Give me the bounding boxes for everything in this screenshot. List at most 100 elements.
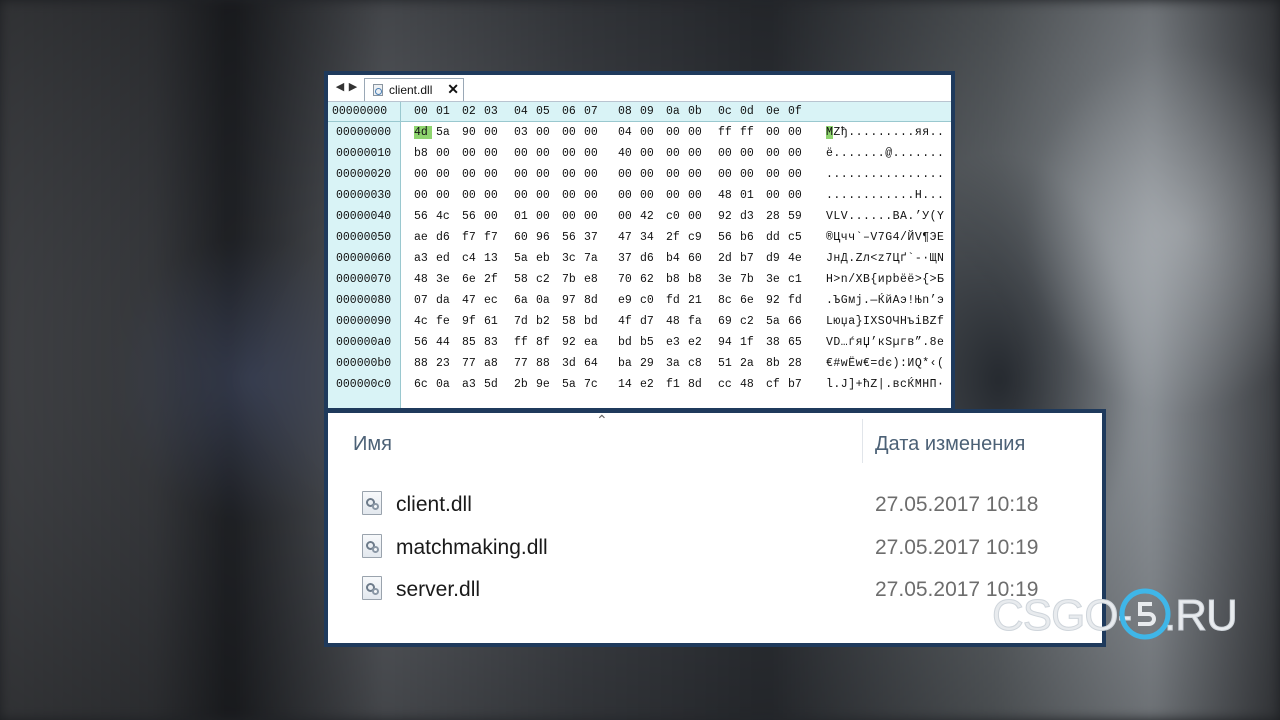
hex-byte[interactable]: 00 [484, 189, 502, 202]
hex-byte[interactable]: 8b [766, 357, 784, 370]
column-header-date[interactable]: Дата изменения [875, 433, 1025, 456]
hex-byte[interactable]: 00 [584, 168, 602, 181]
hex-byte[interactable]: 37 [618, 252, 636, 265]
hex-byte[interactable]: 56 [414, 210, 432, 223]
hex-byte[interactable]: 60 [514, 231, 532, 244]
hex-byte[interactable]: 0a [436, 378, 454, 391]
hex-byte[interactable]: b7 [740, 252, 758, 265]
hex-byte[interactable]: 01 [514, 210, 532, 223]
hex-byte[interactable]: c4 [462, 252, 480, 265]
hex-body[interactable]: 00000000 4d 5a 90 00 03 00 00 00 04 00 00 00 ff ff 00 00… [328, 122, 951, 408]
hex-byte[interactable]: fa [688, 315, 706, 328]
hex-byte[interactable]: 00 [618, 168, 636, 181]
hex-byte[interactable]: d6 [436, 231, 454, 244]
hex-byte[interactable]: 04 [618, 126, 636, 139]
hex-byte[interactable]: 28 [788, 357, 806, 370]
hex-byte[interactable]: 6e [740, 294, 758, 307]
hex-byte[interactable]: ff [514, 336, 532, 349]
hex-row[interactable]: 000000b0 88 23 77 a8 77 88 3d 64 ba 29 3a c8 51 2a 8b 28… [328, 353, 951, 374]
hex-byte[interactable]: 28 [766, 210, 784, 223]
hex-byte[interactable]: 00 [536, 210, 554, 223]
hex-byte[interactable]: 7b [740, 273, 758, 286]
file-row-matchmaking-dll[interactable]: matchmaking.dll 27.05.2017 10:19 [328, 526, 1102, 568]
hex-byte[interactable]: 00 [514, 147, 532, 160]
hex-byte[interactable]: 47 [462, 294, 480, 307]
hex-byte[interactable]: 7c [584, 378, 602, 391]
hex-byte[interactable]: 92 [718, 210, 736, 223]
hex-byte[interactable]: 00 [462, 168, 480, 181]
hex-byte[interactable]: 00 [414, 168, 432, 181]
hex-byte[interactable]: 77 [462, 357, 480, 370]
tab-client-dll[interactable]: client.dll ✕ [364, 78, 464, 101]
hex-byte[interactable]: b8 [666, 273, 684, 286]
ascii-text[interactable]: MZђ.........яя.. [826, 126, 944, 139]
hex-byte[interactable]: 9e [536, 378, 554, 391]
hex-byte[interactable]: 00 [562, 126, 580, 139]
hex-byte[interactable]: 00 [766, 147, 784, 160]
hex-byte[interactable]: 00 [584, 126, 602, 139]
hex-byte[interactable]: 00 [688, 189, 706, 202]
hex-byte[interactable]: 5a [766, 315, 784, 328]
hex-byte[interactable]: 70 [618, 273, 636, 286]
hex-row[interactable]: 00000040 56 4c 56 00 01 00 00 00 00 42 c0 00 92 d3 28 59… [328, 206, 951, 227]
hex-byte[interactable]: cf [766, 378, 784, 391]
hex-byte[interactable]: 00 [484, 168, 502, 181]
hex-row[interactable]: 00000030 00 00 00 00 00 00 00 00 00 00 00 00 48 01 00 00… [328, 185, 951, 206]
hex-byte[interactable]: 7b [562, 273, 580, 286]
hex-byte[interactable]: eb [536, 252, 554, 265]
hex-byte[interactable]: 00 [740, 147, 758, 160]
hex-byte[interactable]: 56 [562, 231, 580, 244]
hex-byte[interactable]: 42 [640, 210, 658, 223]
hex-byte[interactable]: 00 [536, 126, 554, 139]
hex-byte[interactable]: 51 [718, 357, 736, 370]
hex-byte[interactable]: 00 [436, 168, 454, 181]
hex-byte[interactable]: 44 [436, 336, 454, 349]
column-divider[interactable] [862, 419, 863, 463]
hex-byte[interactable]: 00 [414, 189, 432, 202]
ascii-text[interactable]: H>n/XВ{иpbёё>{>Б [826, 273, 944, 286]
hex-byte[interactable]: 00 [436, 189, 454, 202]
ascii-text[interactable]: JнД.Zл<z7Цґ`-·ЩN [826, 252, 944, 265]
hex-byte[interactable]: 59 [788, 210, 806, 223]
hex-byte[interactable]: 00 [514, 168, 532, 181]
hex-byte[interactable]: 40 [618, 147, 636, 160]
hex-byte[interactable]: 5a [514, 252, 532, 265]
hex-byte[interactable]: 4e [788, 252, 806, 265]
hex-byte[interactable]: 4c [414, 315, 432, 328]
ascii-text[interactable]: .ЪGмj.—ЌйАэ!Њn’э [826, 294, 944, 307]
hex-byte[interactable]: 2a [740, 357, 758, 370]
hex-byte[interactable]: 00 [640, 147, 658, 160]
hex-byte[interactable]: 00 [740, 168, 758, 181]
hex-byte[interactable]: 00 [436, 147, 454, 160]
hex-byte[interactable]: 88 [414, 357, 432, 370]
hex-byte[interactable]: 65 [788, 336, 806, 349]
hex-byte[interactable]: 3e [718, 273, 736, 286]
ascii-text[interactable]: ............H... [826, 189, 944, 202]
hex-byte[interactable]: 66 [788, 315, 806, 328]
hex-byte[interactable]: fd [666, 294, 684, 307]
hex-byte[interactable]: bd [618, 336, 636, 349]
hex-byte[interactable]: 00 [666, 189, 684, 202]
hex-byte[interactable]: 69 [718, 315, 736, 328]
hex-byte[interactable]: 13 [484, 252, 502, 265]
hex-row[interactable]: 000000a0 56 44 85 83 ff 8f 92 ea bd b5 e3 e2 94 1f 38 65… [328, 332, 951, 353]
hex-byte[interactable]: 3c [562, 252, 580, 265]
hex-byte[interactable]: 6a [514, 294, 532, 307]
hex-byte[interactable]: 00 [562, 210, 580, 223]
hex-byte[interactable]: 90 [462, 126, 480, 139]
hex-byte[interactable]: 85 [462, 336, 480, 349]
hex-byte[interactable]: 00 [640, 126, 658, 139]
hex-byte[interactable]: 00 [788, 147, 806, 160]
hex-byte[interactable]: 60 [688, 252, 706, 265]
hex-byte[interactable]: 23 [436, 357, 454, 370]
ascii-text[interactable]: l.J]+ћZ|.всЌМНП· [826, 378, 944, 391]
ascii-text[interactable]: VD…ѓяЏ’кЅµгв”.8e [826, 336, 944, 349]
ascii-text[interactable]: ё.......@....... [826, 147, 944, 160]
hex-byte[interactable]: 6e [462, 273, 480, 286]
hex-byte[interactable]: 94 [718, 336, 736, 349]
ascii-text[interactable]: ................ [826, 168, 944, 181]
hex-byte[interactable]: a8 [484, 357, 502, 370]
forward-arrow-icon[interactable]: ▶ [347, 81, 359, 93]
hex-byte[interactable]: 00 [640, 189, 658, 202]
hex-byte[interactable]: b6 [740, 231, 758, 244]
